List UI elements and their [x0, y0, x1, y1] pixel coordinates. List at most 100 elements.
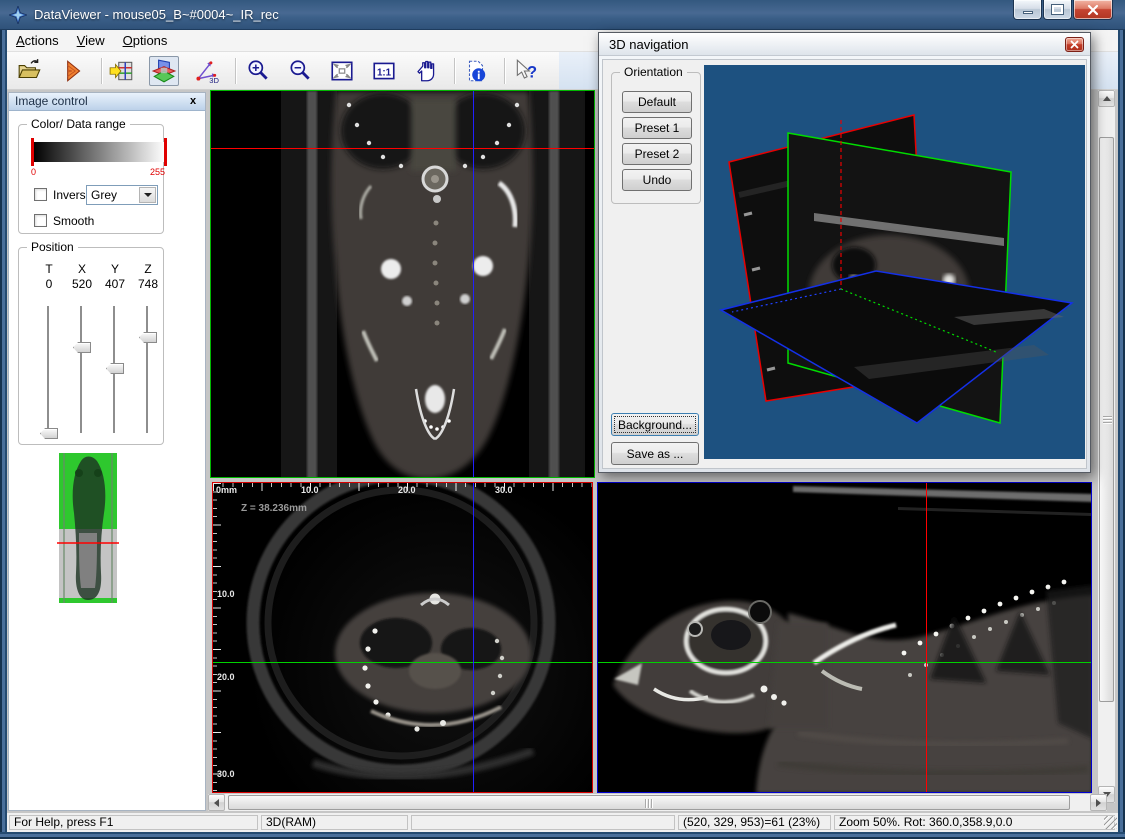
arrow-left-icon	[214, 799, 219, 807]
axial-ruler-origin: 0mm	[216, 485, 237, 495]
axis-value-t: 0	[32, 277, 66, 291]
zoom-in-icon	[245, 58, 271, 84]
window-border-right[interactable]	[1118, 30, 1125, 839]
start-action-button[interactable]	[57, 56, 87, 86]
axial-crosshair-horizontal-green[interactable]	[213, 662, 592, 663]
slider-thumb-x[interactable]	[73, 342, 91, 353]
axial-ruler-left-major-ticks	[213, 483, 221, 792]
zoom-in-button[interactable]	[243, 56, 273, 86]
svg-text:1:1: 1:1	[377, 67, 392, 78]
close-icon	[1070, 40, 1079, 49]
load-preview-icon	[109, 58, 135, 84]
slider-track-x[interactable]	[80, 306, 83, 434]
range-max-marker[interactable]	[164, 138, 167, 166]
window-title: DataViewer - mouse05_B~#0004~_IR_rec	[34, 7, 279, 22]
coronal-crosshair-vertical-blue[interactable]	[473, 91, 474, 477]
menu-options[interactable]: Options	[114, 30, 177, 51]
color-range-legend: Color/ Data range	[27, 117, 130, 131]
zoom-out-button[interactable]	[285, 56, 315, 86]
orientation-default-button[interactable]: Default	[622, 91, 692, 113]
svg-text:3D: 3D	[209, 76, 219, 84]
scout-thumbnail[interactable]	[19, 453, 161, 603]
image-control-header[interactable]: Image control x	[9, 93, 205, 111]
menu-actions[interactable]: Actions	[7, 30, 68, 51]
arrow-right-icon	[1096, 799, 1101, 807]
open-folder-icon	[17, 58, 43, 84]
horizontal-scrollbar[interactable]	[208, 794, 1107, 811]
orientation-undo-button[interactable]: Undo	[622, 169, 692, 191]
open-dataset-button[interactable]	[15, 56, 45, 86]
fit-to-window-button[interactable]	[327, 56, 357, 86]
axis-label-x: X	[70, 262, 94, 276]
sagittal-crosshair-vertical-red[interactable]	[926, 483, 927, 792]
smooth-checkbox[interactable]	[34, 214, 47, 227]
orientation-preset2-button[interactable]: Preset 2	[622, 143, 692, 165]
axial-crosshair-vertical-blue[interactable]	[473, 483, 474, 792]
toolbar-separator	[235, 58, 237, 84]
fit-to-window-icon	[329, 58, 355, 84]
close-icon	[1087, 4, 1099, 16]
save-as-button[interactable]: Save as ...	[611, 442, 699, 465]
coronal-view[interactable]	[210, 90, 595, 478]
panel-close-icon[interactable]: x	[186, 94, 200, 109]
image-control-title: Image control	[15, 94, 88, 108]
scroll-up-button[interactable]	[1098, 90, 1115, 107]
slider-thumb-z[interactable]	[139, 332, 157, 343]
horizontal-scroll-thumb[interactable]	[228, 795, 1070, 810]
scroll-left-button[interactable]	[208, 794, 225, 811]
axis-value-y: 407	[98, 277, 132, 291]
arrow-up-icon	[1103, 96, 1111, 101]
load-preview-button[interactable]	[107, 56, 137, 86]
inverse-checkbox[interactable]	[34, 188, 47, 201]
grey-gradient-bar[interactable]	[33, 142, 165, 162]
dataviewer-window: DataViewer - mouse05_B~#0004~_IR_rec Act…	[0, 0, 1125, 839]
status-bar: For Help, press F1 3D(RAM) (520, 329, 95…	[7, 813, 1118, 832]
actual-size-button[interactable]: 1:1	[369, 56, 399, 86]
axial-view[interactable]: 0mm 10.0 20.0 30.0 10.0 20.0 30.0 Z = 38…	[212, 482, 593, 793]
thumb-grip	[645, 799, 653, 808]
smooth-label: Smooth	[53, 214, 94, 228]
play-icon	[59, 58, 85, 84]
3d-viewport[interactable]	[704, 65, 1085, 459]
info-icon	[463, 58, 489, 84]
title-bar[interactable]: DataViewer - mouse05_B~#0004~_IR_rec	[0, 0, 1125, 30]
axial-ruler-top-30: 30.0	[495, 485, 513, 495]
close-button[interactable]	[1073, 0, 1113, 20]
orientation-preset1-button[interactable]: Preset 1	[622, 117, 692, 139]
3d-navigation-button[interactable]: 3D	[191, 56, 221, 86]
dialog-title-bar[interactable]: 3D navigation	[599, 33, 1090, 56]
vertical-scroll-thumb[interactable]	[1099, 137, 1114, 702]
dialog-close-button[interactable]	[1065, 37, 1084, 52]
3d-planes-rendering	[704, 65, 1085, 459]
range-min-label: 0	[31, 167, 36, 177]
sagittal-crosshair-horizontal-green[interactable]	[598, 662, 1091, 663]
palette-select[interactable]: Grey	[86, 185, 158, 205]
slider-track-z[interactable]	[146, 306, 149, 434]
background-button[interactable]: Background...	[611, 413, 699, 436]
scroll-right-button[interactable]	[1090, 794, 1107, 811]
context-help-button[interactable]: ?	[511, 56, 541, 86]
resize-grip[interactable]	[1104, 816, 1117, 829]
coronal-crosshair-horizontal-red[interactable]	[211, 148, 594, 149]
menu-view[interactable]: View	[68, 30, 114, 51]
axial-ruler-top-10: 10.0	[301, 485, 319, 495]
slider-thumb-y[interactable]	[106, 363, 124, 374]
minimize-button[interactable]	[1013, 0, 1042, 20]
3d-navigation-dialog[interactable]: 3D navigation Orientation Default Preset…	[598, 32, 1091, 473]
axial-ruler-top-20: 20.0	[398, 485, 416, 495]
axis-label-y: Y	[103, 262, 127, 276]
palette-dropdown-button[interactable]	[139, 187, 156, 203]
maximize-button[interactable]	[1043, 0, 1072, 20]
status-memory-mode: 3D(RAM)	[261, 815, 408, 830]
range-min-marker[interactable]	[31, 138, 34, 166]
slider-thumb-t[interactable]	[40, 428, 58, 439]
toolbar-separator	[101, 58, 103, 84]
dataset-info-button[interactable]	[461, 56, 491, 86]
pan-button[interactable]	[411, 56, 441, 86]
position-group: Position T X Y Z 0 520 407 748	[18, 247, 164, 445]
sagittal-view[interactable]	[597, 482, 1092, 793]
vertical-scrollbar[interactable]	[1098, 90, 1115, 803]
slider-track-t[interactable]	[47, 306, 50, 434]
status-voxel-value: (520, 329, 953)=61 (23%)	[678, 815, 831, 830]
orthogonal-slices-button[interactable]	[149, 56, 179, 86]
